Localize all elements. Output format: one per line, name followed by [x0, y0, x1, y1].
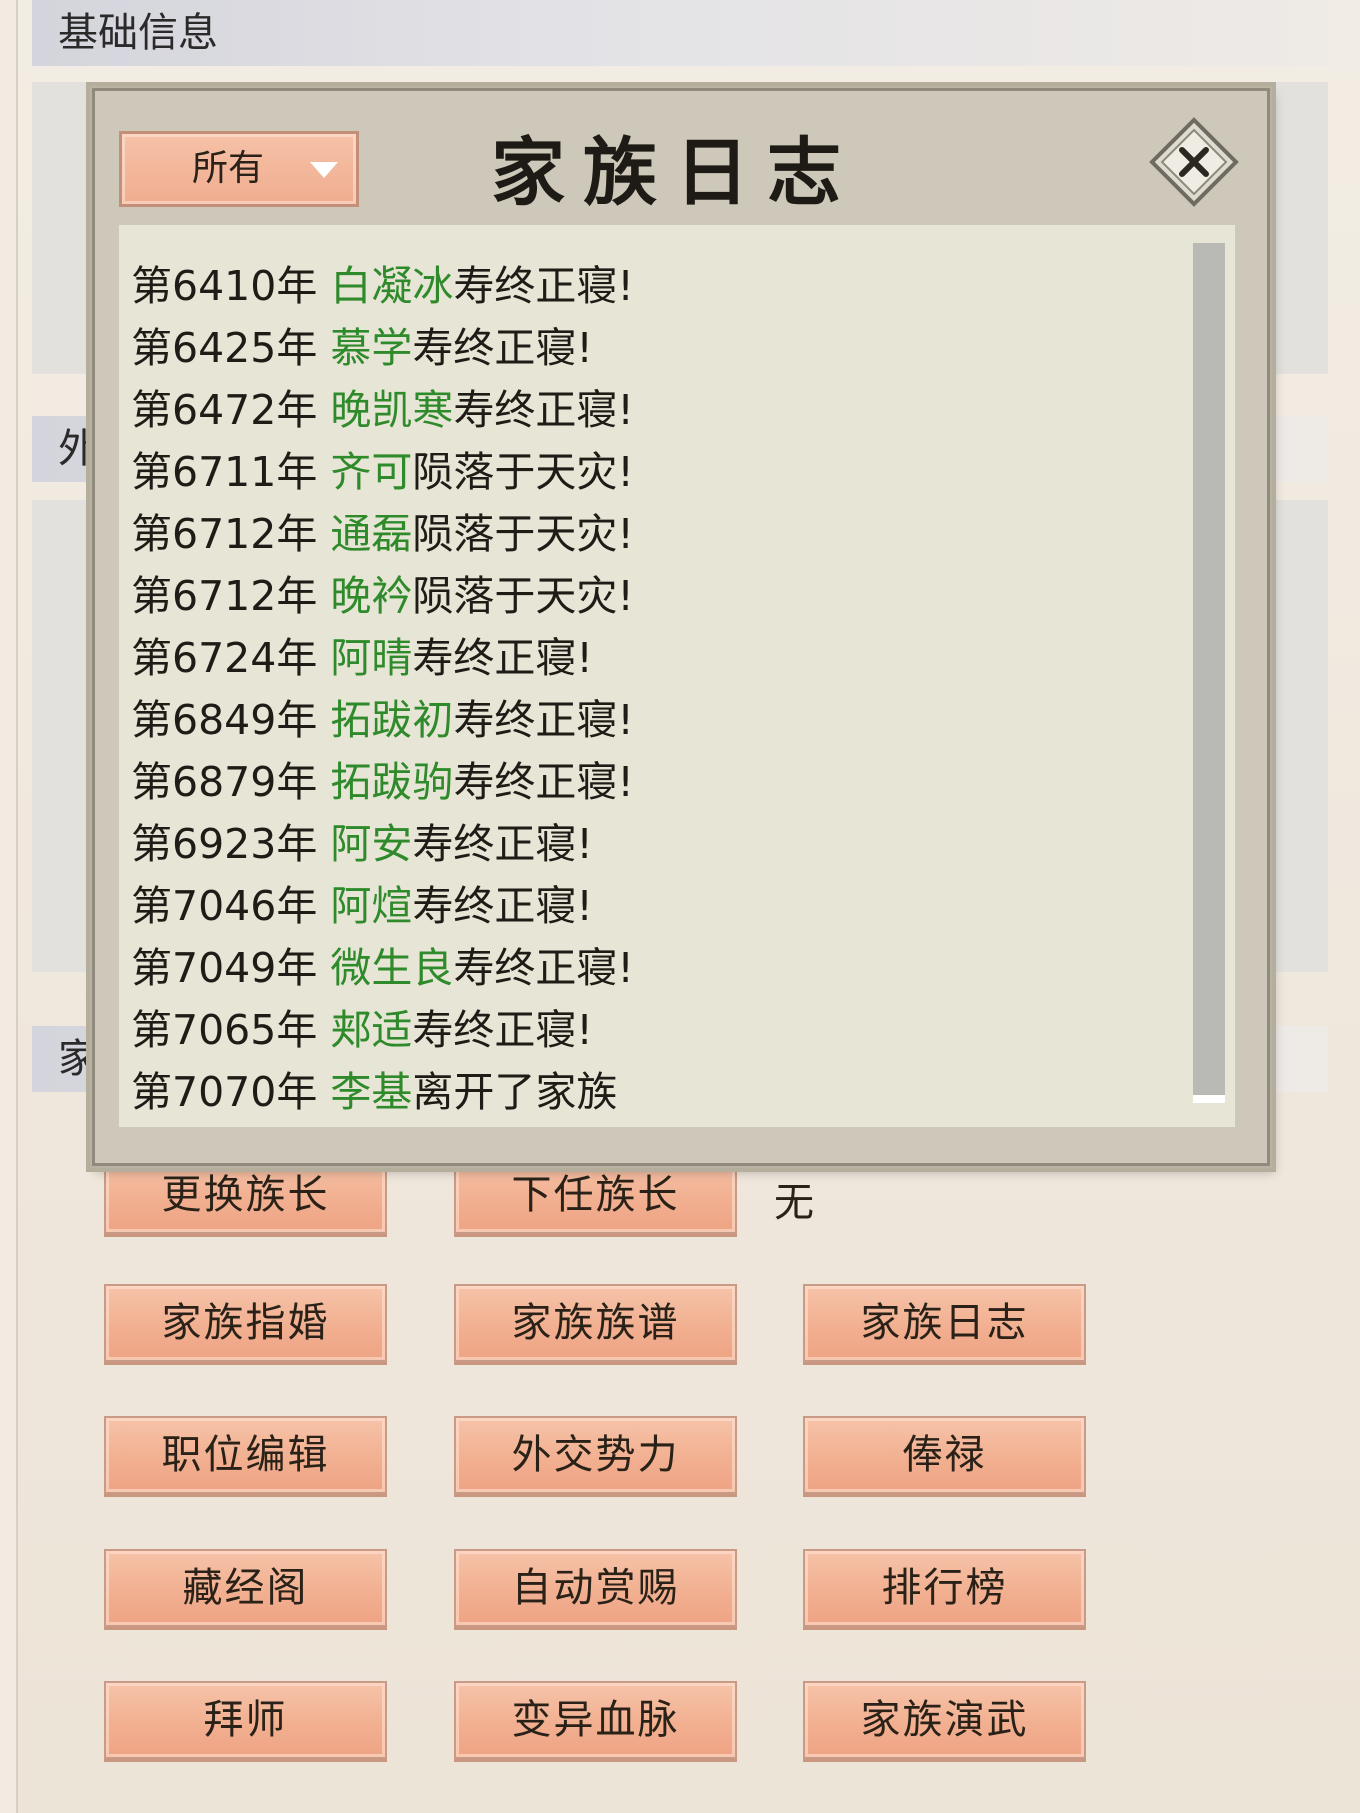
- family-martial-drill-button[interactable]: 家族演武: [803, 1681, 1086, 1759]
- log-entry-year: 第7046年: [131, 882, 331, 930]
- log-entry-name[interactable]: 阿晴: [330, 634, 412, 682]
- log-entry-year: 第7070年: [131, 1068, 331, 1116]
- log-entry-name[interactable]: 通磊: [330, 510, 412, 558]
- salary-button[interactable]: 俸禄: [803, 1416, 1086, 1494]
- family-log-dialog: 所有 家族日志 第6410年 白凝冰寿终正寝! 第6425年 慕学寿终正寝! 第64…: [86, 82, 1276, 1172]
- log-entry-event: 寿终正寝!: [412, 1006, 593, 1054]
- log-entry-event: 陨落于天灾!: [412, 448, 634, 496]
- log-scrollbar[interactable]: [1193, 243, 1225, 1103]
- log-entry-event: 寿终正寝!: [453, 758, 634, 806]
- diplomatic-forces-button[interactable]: 外交势力: [454, 1416, 737, 1494]
- dialog-title: 家族日志: [491, 130, 859, 216]
- log-entry-year: 第6849年: [131, 696, 331, 744]
- section-header-basic-info: 基础信息: [32, 0, 1328, 66]
- position-edit-button[interactable]: 职位编辑: [104, 1416, 387, 1494]
- ranking-button[interactable]: 排行榜: [803, 1549, 1086, 1627]
- log-filter-dropdown[interactable]: 所有: [119, 131, 359, 207]
- log-entry-event: 寿终正寝!: [412, 820, 593, 868]
- log-entry: 第6711年 齐可陨落于天灾!: [131, 441, 1175, 503]
- log-entry-year: 第6472年: [131, 386, 331, 434]
- log-entry: 第7070年 李基离开了家族: [131, 1061, 1175, 1123]
- log-row-partial: [131, 241, 1175, 255]
- arrange-marriage-button[interactable]: 家族指婚: [104, 1284, 387, 1362]
- log-entry-event: 寿终正寝!: [453, 696, 634, 744]
- log-entry-year: 第7049年: [131, 944, 331, 992]
- log-entry-event: 寿终正寝!: [412, 324, 593, 372]
- log-entry: 第7049年 微生良寿终正寝!: [131, 937, 1175, 999]
- log-entry: 第6923年 阿安寿终正寝!: [131, 813, 1175, 875]
- log-entry-name[interactable]: 阿煊: [330, 882, 412, 930]
- log-entry: 第6410年 白凝冰寿终正寝!: [131, 255, 1175, 317]
- close-button[interactable]: [1149, 117, 1239, 207]
- log-entry-name[interactable]: 晚衿: [330, 572, 412, 620]
- log-entry-name[interactable]: 慕学: [330, 324, 412, 372]
- log-entry-name[interactable]: 郏适: [330, 1006, 412, 1054]
- auto-reward-button[interactable]: 自动赏赐: [454, 1549, 737, 1627]
- log-entry: 第6712年 通磊陨落于天灾!: [131, 503, 1175, 565]
- log-entry-name[interactable]: 阿安: [330, 820, 412, 868]
- log-entry-name[interactable]: 拓跋初: [330, 696, 453, 744]
- log-entry-event: 离开了家族: [412, 1068, 618, 1116]
- log-entry-year: 第6879年: [131, 758, 331, 806]
- next-leader-value: 无: [774, 1180, 814, 1226]
- log-entry-event: 寿终正寝!: [412, 882, 593, 930]
- log-entry-name[interactable]: 白凝冰: [330, 262, 453, 310]
- log-entry: 第6712年 晚衿陨落于天灾!: [131, 565, 1175, 627]
- log-filter-selected: 所有: [192, 148, 265, 189]
- log-entry-year: 第6712年: [131, 510, 331, 558]
- log-entry: 第6849年 拓跋初寿终正寝!: [131, 689, 1175, 751]
- log-entry-year: 第6410年: [131, 262, 331, 310]
- log-list-container[interactable]: 第6410年 白凝冰寿终正寝! 第6425年 慕学寿终正寝! 第6472年 晚凯寒寿…: [119, 225, 1235, 1127]
- apprentice-button[interactable]: 拜师: [104, 1681, 387, 1759]
- log-entry-event: 陨落于天灾!: [412, 510, 634, 558]
- log-entry: 第6472年 晚凯寒寿终正寝!: [131, 379, 1175, 441]
- log-entry: 第6724年 阿晴寿终正寝!: [131, 627, 1175, 689]
- scripture-pavilion-button[interactable]: 藏经阁: [104, 1549, 387, 1627]
- log-entry-name[interactable]: 齐可: [330, 448, 412, 496]
- log-entry-name[interactable]: 微生良: [330, 944, 453, 992]
- log-entry-year: 第6425年: [131, 324, 331, 372]
- log-entry-year: 第7065年: [131, 1006, 331, 1054]
- log-entry-event: 寿终正寝!: [453, 262, 634, 310]
- log-entry-event: 陨落于天灾!: [412, 572, 634, 620]
- log-entry-name[interactable]: 拓跋驹: [330, 758, 453, 806]
- log-scrollbar-thumb[interactable]: [1193, 243, 1225, 1095]
- log-entry-year: 第6712年: [131, 572, 331, 620]
- log-entry-year: 第6711年: [131, 448, 331, 496]
- log-entry: 第7046年 阿煊寿终正寝!: [131, 875, 1175, 937]
- log-entry-event: 寿终正寝!: [453, 386, 634, 434]
- log-entry-year: 第6724年: [131, 634, 331, 682]
- log-entry-year: 第6923年: [131, 820, 331, 868]
- log-entry-name[interactable]: 晚凯寒: [330, 386, 453, 434]
- next-leader-button[interactable]: 下任族长: [454, 1156, 737, 1234]
- family-tree-button[interactable]: 家族族谱: [454, 1284, 737, 1362]
- log-entry-name[interactable]: 李基: [330, 1068, 412, 1116]
- change-leader-button[interactable]: 更换族长: [104, 1156, 387, 1234]
- log-entry: 第6425年 慕学寿终正寝!: [131, 317, 1175, 379]
- family-log-button[interactable]: 家族日志: [803, 1284, 1086, 1362]
- log-entry-event: 寿终正寝!: [412, 634, 593, 682]
- log-list: 第6410年 白凝冰寿终正寝! 第6425年 慕学寿终正寝! 第6472年 晚凯寒寿…: [131, 241, 1175, 1123]
- log-entry: 第6879年 拓跋驹寿终正寝!: [131, 751, 1175, 813]
- log-entry-event: 寿终正寝!: [453, 944, 634, 992]
- mutate-bloodline-button[interactable]: 变异血脉: [454, 1681, 737, 1759]
- log-entry: 第7065年 郏适寿终正寝!: [131, 999, 1175, 1061]
- close-icon: [1149, 117, 1239, 207]
- chevron-down-icon: [310, 162, 338, 178]
